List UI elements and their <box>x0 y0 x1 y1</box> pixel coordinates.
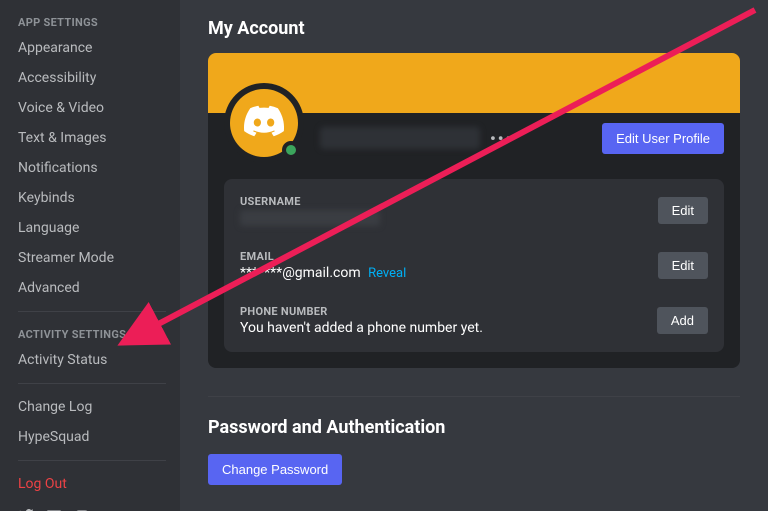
profile-row: ••• Edit User Profile <box>208 113 740 179</box>
username-label: USERNAME <box>240 195 658 208</box>
sidebar-item-hypesquad[interactable]: HypeSquad <box>10 422 174 452</box>
sidebar-item-notifications[interactable]: Notifications <box>10 153 174 183</box>
section-divider <box>208 396 740 397</box>
sidebar-divider <box>18 383 166 384</box>
sidebar-header-activity-settings: ACTIVITY SETTINGS <box>10 320 174 345</box>
sidebar-divider <box>18 311 166 312</box>
edit-user-profile-button[interactable]: Edit User Profile <box>602 123 724 154</box>
discord-logo-icon <box>244 101 284 145</box>
reveal-email-link[interactable]: Reveal <box>368 266 406 281</box>
username-value-redacted <box>240 210 380 226</box>
sidebar-item-advanced[interactable]: Advanced <box>10 273 174 303</box>
name-overflow-dots: ••• <box>490 129 513 148</box>
page-title: My Account <box>208 18 740 39</box>
sidebar-item-log-out[interactable]: Log Out <box>10 469 174 499</box>
sidebar-item-text-images[interactable]: Text & Images <box>10 123 174 153</box>
password-section-title: Password and Authentication <box>208 417 740 438</box>
field-email: EMAIL *******@gmail.com Reveal Edit <box>240 238 708 293</box>
edit-email-button[interactable]: Edit <box>658 252 708 279</box>
sidebar-divider <box>18 460 166 461</box>
display-name-redacted <box>320 127 480 149</box>
add-phone-button[interactable]: Add <box>657 307 708 334</box>
status-online-icon <box>282 141 300 159</box>
sidebar-item-keybinds[interactable]: Keybinds <box>10 183 174 213</box>
sidebar-item-activity-status[interactable]: Activity Status <box>10 345 174 375</box>
avatar[interactable] <box>224 83 304 163</box>
phone-label: PHONE NUMBER <box>240 305 657 318</box>
change-password-button[interactable]: Change Password <box>208 454 342 485</box>
account-fields: USERNAME Edit EMAIL *******@gmail.com Re… <box>224 179 724 352</box>
main-content: My Account ••• Edit User Profile <box>180 0 768 511</box>
email-label: EMAIL <box>240 250 658 263</box>
sidebar-item-streamer-mode[interactable]: Streamer Mode <box>10 243 174 273</box>
field-username: USERNAME Edit <box>240 183 708 238</box>
phone-value: You haven't added a phone number yet. <box>240 320 657 336</box>
sidebar-item-appearance[interactable]: Appearance <box>10 33 174 63</box>
sidebar-item-voice-video[interactable]: Voice & Video <box>10 93 174 123</box>
settings-sidebar: APP SETTINGS Appearance Accessibility Vo… <box>0 0 180 511</box>
sidebar-item-change-log[interactable]: Change Log <box>10 392 174 422</box>
sidebar-header-app-settings: APP SETTINGS <box>10 8 174 33</box>
social-links <box>10 499 174 511</box>
sidebar-item-language[interactable]: Language <box>10 213 174 243</box>
display-name-block: ••• <box>320 127 602 149</box>
edit-username-button[interactable]: Edit <box>658 197 708 224</box>
account-card: ••• Edit User Profile USERNAME Edit EMAI… <box>208 53 740 368</box>
email-value: *******@gmail.com <box>240 265 361 281</box>
field-phone: PHONE NUMBER You haven't added a phone n… <box>240 293 708 348</box>
sidebar-item-accessibility[interactable]: Accessibility <box>10 63 174 93</box>
